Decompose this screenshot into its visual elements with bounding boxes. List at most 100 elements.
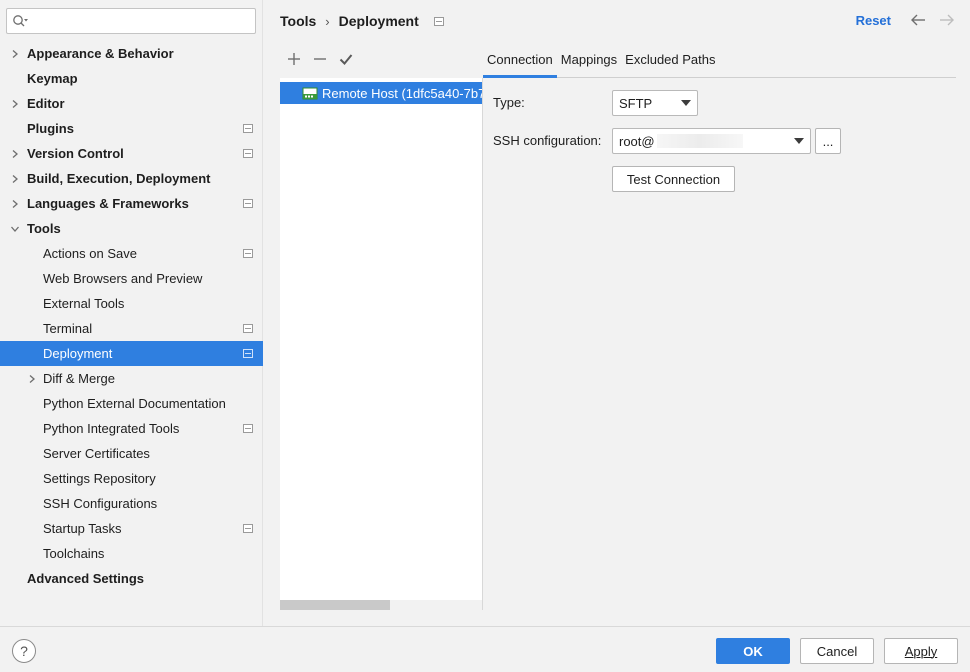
sidebar-item-label: Web Browsers and Preview (43, 271, 203, 286)
type-select[interactable]: SFTP (612, 90, 698, 116)
sidebar-item-label: External Tools (43, 296, 125, 311)
sidebar-item-web-browsers-and-preview[interactable]: Web Browsers and Preview (0, 266, 263, 291)
minus-icon (314, 58, 326, 60)
sidebar-item-diff-merge[interactable]: Diff & Merge (0, 366, 263, 391)
sidebar-item-keymap[interactable]: Keymap (0, 66, 263, 91)
settings-tree: Appearance & Behavior Keymap Editor Plugins… (0, 41, 263, 591)
ssh-configuration-select[interactable]: root@ (612, 128, 811, 154)
ssh-configuration-value: root@ (619, 133, 655, 149)
sidebar-item-build-execution-deployment[interactable]: Build, Execution, Deployment (0, 166, 263, 191)
sidebar-item-label: Settings Repository (43, 471, 156, 486)
sidebar-item-label: Tools (27, 221, 61, 236)
sidebar-item-label: Languages & Frameworks (27, 196, 189, 211)
sidebar-item-label: Editor (27, 96, 65, 111)
forward-arrow-icon[interactable] (938, 12, 956, 28)
ssh-configuration-label: SSH configuration: (493, 133, 602, 148)
hosts-scrollbar-thumb[interactable] (280, 600, 390, 610)
sidebar-item-appearance-behavior[interactable]: Appearance & Behavior (0, 41, 263, 66)
breadcrumb-current: Deployment (338, 13, 419, 29)
project-scope-icon (243, 324, 253, 333)
sidebar-item-label: Version Control (27, 146, 124, 161)
sidebar-item-plugins[interactable]: Plugins (0, 116, 263, 141)
type-select-value: SFTP (619, 95, 653, 111)
tab-connection[interactable]: Connection (483, 43, 557, 78)
chevron-right-icon[interactable] (26, 366, 38, 391)
chevron-right-icon[interactable] (9, 141, 21, 166)
search-icon (13, 15, 28, 27)
sidebar-item-python-external-documentation[interactable]: Python External Documentation (0, 391, 263, 416)
sidebar-item-label: Terminal (43, 321, 93, 336)
browse-ssh-config-button[interactable]: ... (815, 128, 841, 154)
back-arrow-icon[interactable] (909, 12, 927, 28)
sidebar-item-version-control[interactable]: Version Control (0, 141, 263, 166)
sidebar-item-deployment[interactable]: Deployment (0, 341, 263, 366)
sidebar-item-label: Python Integrated Tools (43, 421, 180, 436)
sidebar-item-label: Keymap (27, 71, 78, 86)
sidebar-item-terminal[interactable]: Terminal (0, 316, 263, 341)
project-scope-icon (243, 424, 253, 433)
sidebar-item-label: Python External Documentation (43, 396, 226, 411)
cancel-button[interactable]: Cancel (800, 638, 874, 664)
sidebar-item-server-certificates[interactable]: Server Certificates (0, 441, 263, 466)
checkmark-icon (339, 54, 353, 65)
sidebar-item-label: Startup Tasks (43, 521, 122, 536)
breadcrumb-parent[interactable]: Tools (280, 13, 316, 29)
sidebar-item-ssh-configurations[interactable]: SSH Configurations (0, 491, 263, 516)
project-scope-icon (243, 249, 253, 258)
sidebar-item-startup-tasks[interactable]: Startup Tasks (0, 516, 263, 541)
hosts-toolbar (280, 44, 482, 74)
chevron-right-icon[interactable] (9, 41, 21, 66)
project-scope-icon (433, 16, 444, 26)
dialog-footer: ? OK Cancel Apply (0, 626, 970, 672)
apply-button[interactable]: Apply (884, 638, 958, 664)
sidebar-item-tools[interactable]: Tools (0, 216, 263, 241)
sidebar-item-languages-frameworks[interactable]: Languages & Frameworks (0, 191, 263, 216)
sidebar-item-settings-repository[interactable]: Settings Repository (0, 466, 263, 491)
remove-button[interactable] (310, 48, 330, 70)
sidebar-item-python-integrated-tools[interactable]: Python Integrated Tools (0, 416, 263, 441)
sidebar-item-label: Appearance & Behavior (27, 46, 174, 61)
set-default-button[interactable] (336, 48, 356, 70)
hosts-list: Remote Host (1dfc5a40-7b7 (280, 78, 483, 610)
redacted-host (656, 134, 743, 148)
chevron-right-icon[interactable] (9, 91, 21, 116)
sidebar-item-actions-on-save[interactable]: Actions on Save (0, 241, 263, 266)
sidebar-item-external-tools[interactable]: External Tools (0, 291, 263, 316)
breadcrumb-separator: › (325, 13, 330, 29)
host-list-item[interactable]: Remote Host (1dfc5a40-7b7 (280, 82, 483, 104)
breadcrumb: Tools › Deployment (280, 13, 444, 29)
project-scope-icon (243, 199, 253, 208)
tab-excluded-paths[interactable]: Excluded Paths (621, 43, 719, 77)
plus-icon (288, 53, 300, 65)
project-scope-icon (243, 149, 253, 158)
sidebar-item-label: Toolchains (43, 546, 105, 561)
settings-sidebar: Appearance & Behavior Keymap Editor Plugins… (0, 0, 263, 626)
sftp-server-icon (302, 87, 318, 99)
ok-button[interactable]: OK (716, 638, 790, 664)
reset-link[interactable]: Reset (856, 13, 891, 28)
project-scope-icon (243, 349, 253, 358)
host-name: Remote Host (1dfc5a40-7b7 (322, 85, 483, 101)
sidebar-item-label: Server Certificates (43, 446, 150, 461)
sidebar-item-label: Diff & Merge (43, 371, 116, 386)
chevron-right-icon[interactable] (9, 191, 21, 216)
dropdown-arrow-icon (794, 138, 804, 144)
project-scope-icon (243, 524, 253, 533)
sidebar-item-editor[interactable]: Editor (0, 91, 263, 116)
add-button[interactable] (284, 48, 304, 70)
sidebar-item-label: Plugins (27, 121, 74, 136)
type-label: Type: (493, 95, 525, 110)
project-scope-icon (243, 124, 253, 133)
sidebar-item-toolchains[interactable]: Toolchains (0, 541, 263, 566)
sidebar-item-advanced-settings[interactable]: Advanced Settings (0, 566, 263, 591)
deployment-tabs: Connection Mappings Excluded Paths (483, 44, 956, 78)
sidebar-item-label: Build, Execution, Deployment (27, 171, 211, 186)
chevron-down-icon[interactable] (9, 216, 21, 241)
sidebar-item-label: Actions on Save (43, 246, 137, 261)
sidebar-item-label: Deployment (43, 346, 113, 361)
search-input[interactable] (6, 8, 256, 34)
chevron-right-icon[interactable] (9, 166, 21, 191)
help-button[interactable]: ? (12, 639, 36, 663)
test-connection-button[interactable]: Test Connection (612, 166, 735, 192)
tab-mappings[interactable]: Mappings (557, 43, 621, 77)
